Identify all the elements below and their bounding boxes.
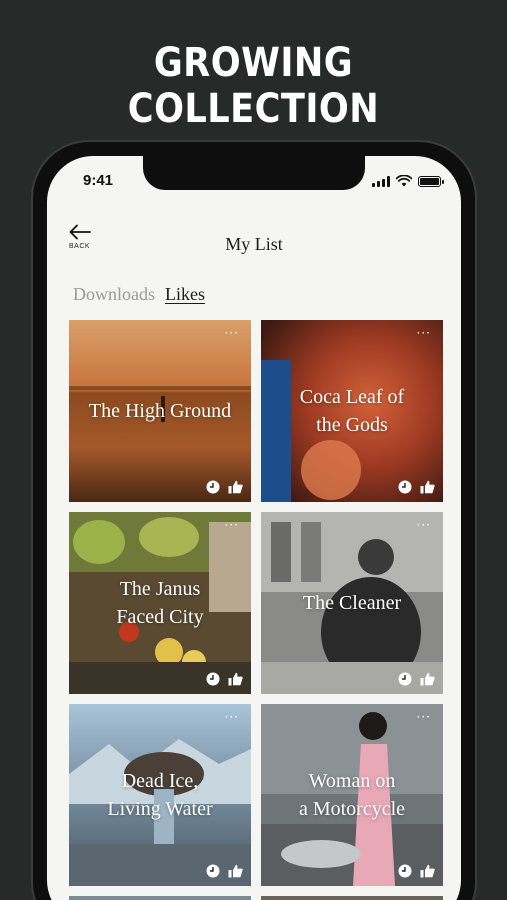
more-dots-icon[interactable]: ··· bbox=[417, 518, 431, 532]
signal-icon bbox=[372, 175, 390, 187]
clock-icon[interactable] bbox=[206, 864, 220, 878]
clock-icon[interactable] bbox=[398, 672, 412, 686]
video-card[interactable]: ··· The Janus Faced City bbox=[69, 512, 251, 694]
thumbs-up-icon[interactable] bbox=[420, 864, 435, 878]
wifi-icon bbox=[396, 175, 412, 187]
thumbs-up-icon[interactable] bbox=[228, 480, 243, 494]
video-card[interactable]: ··· Dead Ice, Living Water bbox=[69, 704, 251, 886]
more-dots-icon[interactable]: ··· bbox=[225, 710, 239, 724]
clock-icon[interactable] bbox=[206, 480, 220, 494]
more-dots-icon[interactable]: ··· bbox=[417, 710, 431, 724]
clock-icon[interactable] bbox=[398, 480, 412, 494]
video-card-partial[interactable] bbox=[261, 896, 443, 900]
video-title: Coca Leaf of the Gods bbox=[299, 386, 405, 436]
card-actions bbox=[398, 672, 435, 686]
more-dots-icon[interactable]: ··· bbox=[417, 326, 431, 340]
card-actions bbox=[398, 480, 435, 494]
card-actions bbox=[206, 864, 243, 878]
next-row-preview bbox=[69, 896, 443, 900]
video-title: Woman on a Motorcycle bbox=[298, 770, 406, 820]
video-card-partial[interactable] bbox=[69, 896, 251, 900]
thumbs-up-icon[interactable] bbox=[228, 864, 243, 878]
video-card[interactable]: ··· The High Ground bbox=[69, 320, 251, 502]
page-title: My List bbox=[225, 234, 283, 254]
video-grid: ··· The High Ground ··· Coca Leaf of the… bbox=[69, 320, 443, 886]
video-card[interactable]: ··· Woman on a Motorcycle bbox=[261, 704, 443, 886]
battery-icon bbox=[418, 175, 444, 187]
status-icons bbox=[372, 175, 444, 187]
thumbs-up-icon[interactable] bbox=[420, 480, 435, 494]
thumbs-up-icon[interactable] bbox=[420, 672, 435, 686]
clock-icon[interactable] bbox=[398, 864, 412, 878]
tab-bar: Downloads Likes bbox=[73, 284, 205, 305]
video-title: Dead Ice, Living Water bbox=[107, 770, 213, 820]
tab-downloads[interactable]: Downloads bbox=[73, 284, 155, 305]
thumbs-up-icon[interactable] bbox=[228, 672, 243, 686]
more-dots-icon[interactable]: ··· bbox=[225, 518, 239, 532]
video-card[interactable]: ··· The Cleaner bbox=[261, 512, 443, 694]
tab-likes[interactable]: Likes bbox=[165, 284, 205, 305]
video-title: The High Ground bbox=[88, 400, 232, 422]
status-time: 9:41 bbox=[83, 172, 114, 189]
more-dots-icon[interactable]: ··· bbox=[225, 326, 239, 340]
video-card[interactable]: ··· Coca Leaf of the Gods bbox=[261, 320, 443, 502]
phone-frame: 9:41 BACK My List Downloads Likes ··· Th… bbox=[31, 140, 477, 900]
phone-screen: 9:41 BACK My List Downloads Likes ··· Th… bbox=[47, 156, 461, 900]
promo-headline: GROWING COLLECTION bbox=[127, 40, 380, 132]
video-title: The Cleaner bbox=[302, 592, 402, 614]
card-actions bbox=[398, 864, 435, 878]
video-title: The Janus Faced City bbox=[116, 578, 204, 628]
card-actions bbox=[206, 672, 243, 686]
card-actions bbox=[206, 480, 243, 494]
phone-notch bbox=[143, 156, 365, 190]
clock-icon[interactable] bbox=[206, 672, 220, 686]
